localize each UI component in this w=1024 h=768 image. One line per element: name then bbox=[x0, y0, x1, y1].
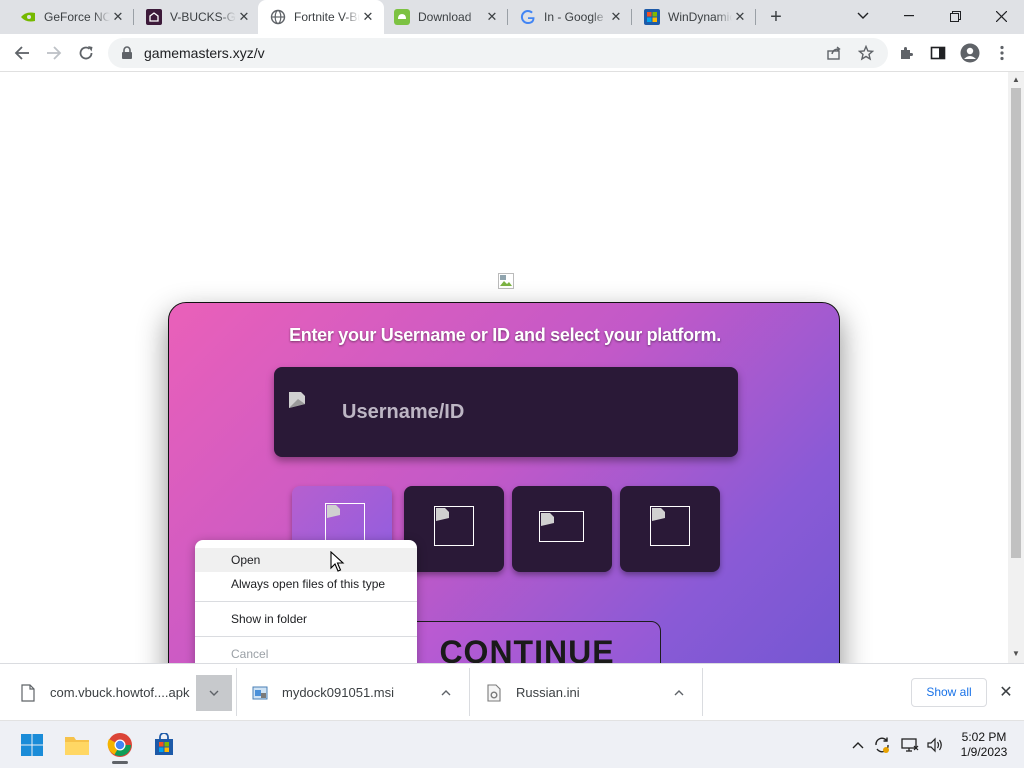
forward-button[interactable] bbox=[40, 39, 68, 67]
windows-start-icon[interactable] bbox=[16, 729, 48, 761]
broken-image-icon bbox=[288, 391, 306, 409]
tab-label: Fortnite V-Bucks bbox=[294, 10, 360, 24]
platform-option-4[interactable] bbox=[620, 486, 720, 572]
shelf-divider bbox=[469, 668, 470, 716]
tab-label: Download bbox=[418, 10, 472, 24]
platform-option-2[interactable] bbox=[404, 486, 504, 572]
close-tab-icon[interactable]: ✕ bbox=[732, 9, 748, 25]
tab-label: GeForce NOW bbox=[44, 10, 110, 24]
tab-search-icon[interactable] bbox=[840, 0, 886, 32]
settings-file-icon bbox=[486, 683, 502, 702]
profile-avatar-icon[interactable] bbox=[956, 39, 984, 67]
menu-divider bbox=[195, 601, 417, 602]
page-scrollbar[interactable]: ▲ ▼ bbox=[1008, 72, 1024, 663]
bookmark-star-icon[interactable] bbox=[852, 39, 880, 67]
broken-platform-image-icon bbox=[650, 506, 690, 546]
sync-icon[interactable] bbox=[872, 735, 892, 755]
mouse-cursor-icon bbox=[330, 550, 346, 573]
download-options-button[interactable] bbox=[196, 675, 232, 711]
share-icon[interactable] bbox=[820, 39, 848, 67]
active-app-indicator bbox=[112, 761, 128, 764]
house-icon bbox=[146, 9, 162, 25]
download-item-ini[interactable]: Russian.ini bbox=[486, 664, 702, 721]
menu-divider bbox=[195, 636, 417, 637]
web-page: Enter your Username or ID and select you… bbox=[0, 72, 1008, 663]
back-button[interactable] bbox=[8, 39, 36, 67]
restore-button[interactable] bbox=[932, 0, 978, 32]
url-text[interactable]: gamemasters.xyz/v bbox=[144, 45, 265, 61]
close-tab-icon[interactable]: ✕ bbox=[360, 9, 376, 25]
system-clock[interactable]: 5:02 PM 1/9/2023 bbox=[954, 730, 1014, 760]
close-tab-icon[interactable]: ✕ bbox=[608, 9, 624, 25]
tab-fortnite-vbucks[interactable]: Fortnite V-Bucks ✕ bbox=[258, 0, 384, 34]
download-item-apk[interactable]: com.vbuck.howtof....apk bbox=[20, 664, 236, 721]
store-icon bbox=[644, 9, 660, 25]
windows-taskbar: 5:02 PM 1/9/2023 bbox=[0, 720, 1024, 768]
tab-label: In - Google bbox=[544, 10, 604, 24]
tab-google[interactable]: In - Google ✕ bbox=[508, 0, 632, 34]
tab-label: WinDynamic bbox=[668, 10, 732, 24]
network-icon[interactable] bbox=[900, 735, 920, 755]
close-tab-icon[interactable]: ✕ bbox=[484, 9, 500, 25]
close-tab-icon[interactable]: ✕ bbox=[236, 9, 252, 25]
close-shelf-icon[interactable]: ✕ bbox=[996, 683, 1016, 703]
globe-icon bbox=[270, 9, 286, 25]
download-shelf: com.vbuck.howtof....apk mydock091051.msi… bbox=[0, 663, 1024, 720]
download-options-button[interactable] bbox=[668, 682, 690, 704]
platform-option-3[interactable] bbox=[512, 486, 612, 572]
browser-toolbar: gamemasters.xyz/v bbox=[0, 34, 1024, 72]
lock-icon[interactable] bbox=[120, 46, 134, 60]
tab-strip: GeForce NOW ✕ V-BUCKS-GENERATOR ✕ Fortni… bbox=[0, 0, 1024, 34]
close-tab-icon[interactable]: ✕ bbox=[110, 9, 126, 25]
download-filename: Russian.ini bbox=[516, 685, 580, 700]
scroll-down-arrow[interactable]: ▼ bbox=[1012, 650, 1020, 658]
broken-image-icon bbox=[498, 273, 514, 289]
file-explorer-icon[interactable] bbox=[61, 729, 93, 761]
side-panel-icon[interactable] bbox=[924, 39, 952, 67]
username-input[interactable] bbox=[342, 397, 702, 427]
shelf-divider bbox=[702, 668, 703, 716]
download-filename: mydock091051.msi bbox=[282, 685, 394, 700]
tab-windynamic[interactable]: WinDynamic ✕ bbox=[632, 0, 756, 34]
file-icon bbox=[20, 683, 36, 702]
menu-item-show-in-folder[interactable]: Show in folder bbox=[195, 607, 417, 631]
tab-label: V-BUCKS-GENERATOR bbox=[170, 10, 236, 24]
download-context-menu: Open Always open files of this type Show… bbox=[195, 540, 417, 674]
android-icon bbox=[394, 9, 410, 25]
download-options-button[interactable] bbox=[435, 682, 457, 704]
installer-icon bbox=[252, 684, 268, 702]
microsoft-store-icon[interactable] bbox=[148, 729, 180, 761]
reload-button[interactable] bbox=[72, 39, 100, 67]
extensions-icon[interactable] bbox=[892, 39, 920, 67]
show-hidden-icons-chevron-icon[interactable] bbox=[848, 735, 868, 755]
menu-item-always-open[interactable]: Always open files of this type bbox=[195, 572, 417, 596]
continue-button[interactable]: CONTINUE bbox=[393, 621, 661, 663]
clock-time: 5:02 PM bbox=[961, 730, 1007, 744]
scroll-thumb[interactable] bbox=[1011, 88, 1021, 558]
volume-icon[interactable] bbox=[925, 735, 945, 755]
tab-vbucks-generator[interactable]: V-BUCKS-GENERATOR ✕ bbox=[134, 0, 260, 34]
download-filename: com.vbuck.howtof....apk bbox=[50, 685, 190, 700]
clock-date: 1/9/2023 bbox=[960, 745, 1008, 759]
chrome-icon[interactable] bbox=[104, 729, 136, 764]
show-all-button[interactable]: Show all bbox=[911, 678, 987, 707]
tab-geforce-now[interactable]: GeForce NOW ✕ bbox=[8, 0, 134, 34]
nvidia-icon bbox=[20, 9, 36, 25]
address-bar[interactable]: gamemasters.xyz/v bbox=[108, 38, 888, 68]
username-box[interactable] bbox=[274, 367, 738, 457]
close-window-button[interactable] bbox=[978, 0, 1024, 32]
menu-kebab-icon[interactable] bbox=[988, 39, 1016, 67]
new-tab-button[interactable]: + bbox=[764, 5, 788, 29]
minimize-button[interactable] bbox=[886, 0, 932, 32]
menu-item-open[interactable]: Open bbox=[195, 548, 417, 572]
broken-platform-image-icon bbox=[434, 506, 474, 546]
card-heading: Enter your Username or ID and select you… bbox=[289, 325, 721, 345]
scroll-up-arrow[interactable]: ▲ bbox=[1012, 76, 1020, 84]
google-icon bbox=[520, 9, 536, 25]
broken-platform-image-icon bbox=[539, 511, 584, 542]
shelf-divider bbox=[236, 668, 237, 716]
download-item-msi[interactable]: mydock091051.msi bbox=[252, 664, 468, 721]
tab-download[interactable]: Download ✕ bbox=[382, 0, 508, 34]
broken-platform-image-icon bbox=[325, 503, 365, 543]
